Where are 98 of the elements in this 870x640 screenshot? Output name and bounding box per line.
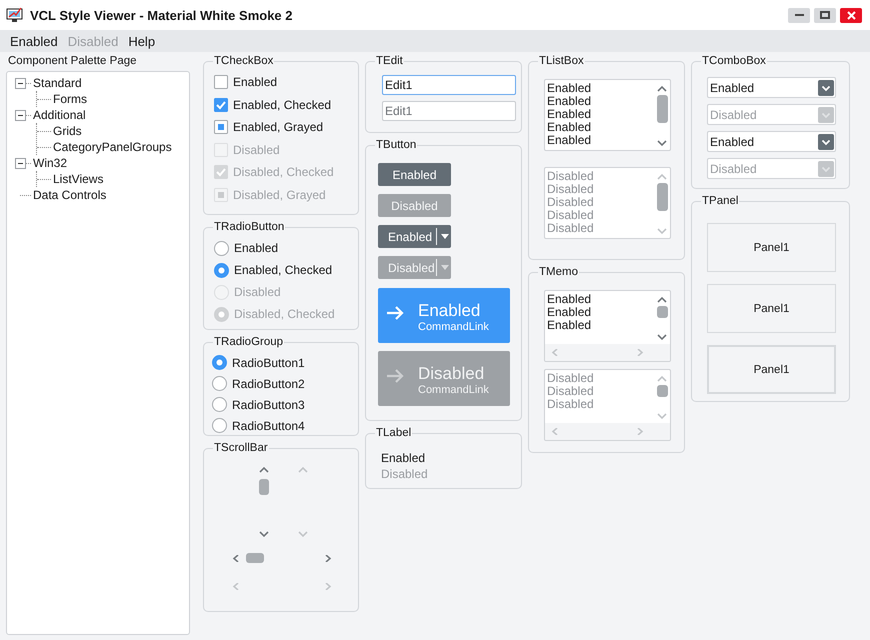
scroll-up-icon[interactable] [657, 85, 667, 92]
monitor-icon [6, 7, 24, 23]
tree-item[interactable]: ListViews [53, 172, 104, 186]
memo-line: Disabled [547, 385, 595, 398]
radio-button[interactable] [214, 262, 229, 278]
tree-item[interactable]: Data Controls [33, 188, 106, 202]
radio-button[interactable] [212, 376, 227, 391]
tree-item[interactable]: Grids [53, 124, 82, 138]
tree-item[interactable]: CategoryPanelGroups [53, 140, 172, 154]
minimize-icon [794, 14, 804, 16]
radio-button[interactable] [212, 418, 227, 433]
list-item[interactable]: Enabled [547, 121, 654, 134]
tree-item[interactable]: Win32 [33, 156, 68, 170]
label-text: Disabled [381, 467, 429, 481]
list-item[interactable]: Enabled [547, 108, 654, 121]
radio-button[interactable] [212, 355, 227, 370]
scrollbar[interactable] [545, 344, 670, 361]
scroll-up-icon[interactable] [657, 296, 667, 303]
group-title: TRadioButton [213, 221, 286, 233]
caret-icon [441, 265, 449, 270]
scroll-thumb[interactable] [656, 95, 668, 123]
radio-label: RadioButton4 [232, 418, 305, 432]
panel: Panel1 [707, 223, 836, 272]
group-title: TComboBox [701, 55, 767, 67]
tree-item[interactable]: Standard [33, 76, 82, 90]
scroll-down-icon[interactable] [657, 334, 667, 341]
radio-label: RadioButton3 [232, 398, 305, 412]
collapse-icon[interactable] [15, 78, 26, 88]
tree-item[interactable]: Forms [53, 92, 87, 106]
palette-label: Component Palette Page [7, 55, 138, 69]
panel: Panel1 [707, 284, 836, 333]
close-button[interactable] [840, 8, 862, 22]
caret-icon [441, 234, 449, 239]
radio-label: Disabled [234, 285, 281, 299]
split-button[interactable]: Enabled [378, 225, 451, 248]
group-title: TPanel [701, 195, 740, 207]
list-item[interactable]: Enabled [547, 95, 654, 108]
panel: Panel1 [707, 345, 836, 394]
collapse-icon[interactable] [15, 110, 26, 120]
scroll-down-icon[interactable] [657, 140, 667, 147]
radio-label: Disabled, Checked [234, 307, 335, 321]
dropdown-icon[interactable] [818, 134, 834, 150]
arrow-icon [386, 369, 404, 383]
tree-item[interactable]: Additional [33, 108, 86, 122]
radio-button[interactable] [212, 397, 227, 412]
scroll-thumb[interactable] [258, 479, 268, 495]
radio-button[interactable] [214, 240, 229, 256]
vertical-scrollbar[interactable] [258, 466, 270, 538]
group-title: TMemo [538, 266, 579, 278]
radio-label: Enabled, Checked [234, 263, 332, 277]
group-title: TRadioGroup [213, 336, 284, 348]
scroll-thumb[interactable] [246, 553, 264, 563]
scroll-left-icon[interactable] [232, 554, 242, 562]
memo-line: Enabled [547, 306, 592, 319]
checkbox-label: Disabled, Checked [233, 165, 334, 180]
close-icon [846, 10, 856, 20]
scroll-up-icon[interactable] [258, 466, 268, 473]
checkbox-label: Disabled, Grayed [233, 188, 326, 202]
window-title: VCL Style Viewer - Material White Smoke 2 [30, 8, 293, 22]
collapse-icon[interactable] [15, 158, 26, 168]
scroll-thumb[interactable] [656, 306, 668, 318]
arrow-icon [386, 306, 404, 320]
memo-line: Disabled [547, 372, 595, 385]
maximize-icon [820, 11, 830, 19]
checkbox-label: Enabled, Grayed [233, 120, 324, 134]
memo-line: Enabled [547, 319, 592, 332]
group-title: TListBox [538, 55, 585, 67]
list-item[interactable]: Enabled [547, 82, 654, 95]
checkbox[interactable] [214, 120, 228, 134]
checkbox[interactable] [214, 75, 228, 90]
group-title: TLabel [375, 427, 412, 439]
label-text: Enabled [381, 451, 426, 465]
radio-label: RadioButton2 [232, 376, 305, 390]
checkbox-label: Disabled [233, 142, 280, 157]
group-title: TScrollBar [213, 442, 269, 454]
group-title: TEdit [375, 55, 404, 67]
group-title: TButton [375, 139, 418, 151]
checkbox-label: Enabled [233, 75, 278, 90]
radio-label: Enabled [234, 241, 278, 255]
scroll-down-icon[interactable] [258, 531, 268, 538]
dropdown-icon[interactable] [818, 80, 834, 96]
combo-box[interactable]: Enabled [707, 131, 836, 152]
menu-item[interactable]: Help [128, 34, 156, 48]
combo-box[interactable]: Enabled [707, 77, 836, 98]
group-title: TCheckBox [213, 55, 274, 67]
memo-line: Disabled [547, 398, 595, 411]
horizontal-scrollbar[interactable] [232, 552, 332, 564]
minimize-button[interactable] [788, 8, 810, 22]
menu-item[interactable]: Enabled [10, 34, 58, 48]
maximize-button[interactable] [814, 8, 836, 22]
checkbox[interactable] [214, 98, 228, 112]
radio-label: RadioButton1 [232, 356, 305, 370]
checkbox-label: Enabled, Checked [233, 98, 332, 112]
list-item[interactable]: Enabled [547, 134, 654, 147]
memo-line: Enabled [547, 293, 592, 306]
button[interactable]: Enabled [378, 163, 451, 186]
text-field[interactable]: Edit1 [382, 75, 516, 95]
memo-box[interactable]: Enabled Enabled Enabled [544, 290, 671, 362]
